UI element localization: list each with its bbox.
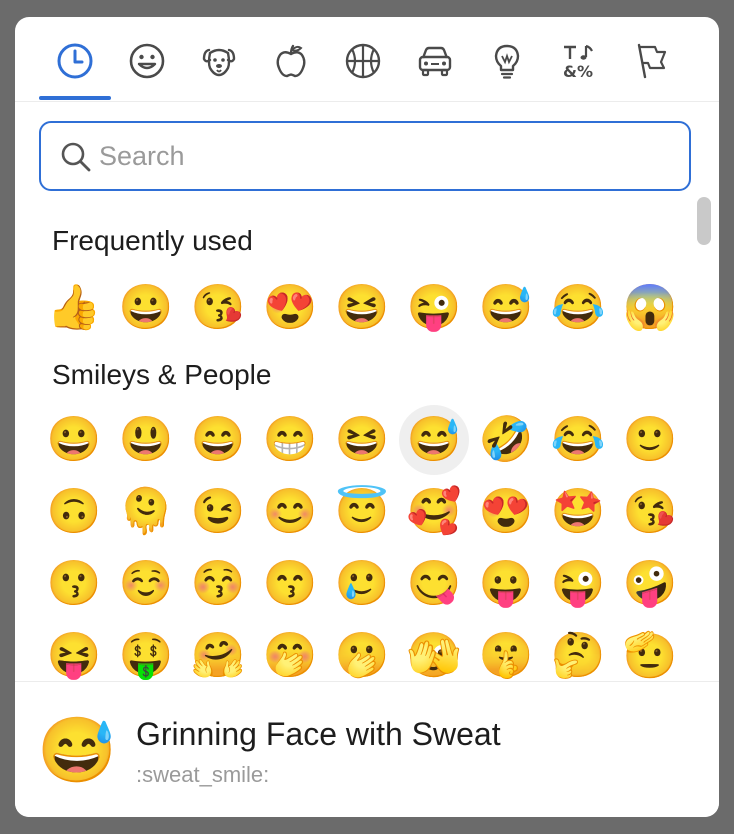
tab-travel[interactable] (413, 39, 457, 83)
emoji-cell[interactable]: 😄 (183, 405, 253, 475)
active-tab-indicator (39, 96, 111, 100)
preview-emoji-shortcode: :sweat_smile: (136, 762, 270, 787)
emoji-cell[interactable]: 😍 (471, 477, 541, 547)
emoji-cell[interactable]: 🤔 (543, 621, 613, 681)
emoji-cell[interactable]: 🤣 (471, 405, 541, 475)
section-title-frequently-used: Frequently used (52, 225, 253, 256)
emoji-cell[interactable]: 😂 (543, 405, 613, 475)
tab-symbols[interactable]: &% (557, 39, 601, 83)
dog-icon (202, 48, 236, 77)
tab-smileys[interactable] (125, 39, 169, 83)
emoji-cell[interactable]: 🙃 (39, 477, 109, 547)
emoji-cell[interactable]: 😃 (111, 405, 181, 475)
emoji-cell[interactable]: 😘 (615, 477, 685, 547)
emoji-cell[interactable]: 😇 (327, 477, 397, 547)
emoji-cell[interactable]: 😗 (39, 549, 109, 619)
scrollbar-thumb[interactable] (697, 197, 711, 245)
smiley-icon (129, 43, 165, 79)
emoji-cell[interactable]: 😱 (615, 273, 685, 343)
emoji-cell[interactable]: 😀 (111, 273, 181, 343)
emoji-cell[interactable]: 😆 (327, 405, 397, 475)
emoji-cell[interactable]: 😀 (39, 405, 109, 475)
emoji-cell[interactable]: 🤑 (111, 621, 181, 681)
smileys-row: 😗 ☺️ 😚 😙 🥲 😋 😛 😜 🤪 (39, 549, 679, 619)
svg-text:&%: &% (563, 62, 593, 81)
search-box (39, 121, 691, 191)
category-tab-bar: &% (15, 17, 719, 102)
emoji-preview-footer: 😅 Grinning Face with Sweat :sweat_smile: (15, 681, 719, 817)
search-input[interactable] (99, 135, 669, 177)
search-icon (61, 142, 91, 172)
emoji-cell[interactable]: 🥲 (327, 549, 397, 619)
emoji-cell[interactable]: 😆 (327, 273, 397, 343)
tab-recent[interactable] (53, 39, 97, 83)
emoji-cell[interactable]: 😍 (255, 273, 325, 343)
emoji-cell[interactable]: 😂 (543, 273, 613, 343)
emoji-cell[interactable]: 😊 (255, 477, 325, 547)
emoji-cell[interactable]: 🤫 (471, 621, 541, 681)
emoji-picker: &% Frequently used 👍 😀 😘 😍 😆 😜 😅 😂 😱 Smi… (15, 17, 719, 817)
emoji-cell[interactable]: 😘 (183, 273, 253, 343)
emoji-cell[interactable]: 🥰 (399, 477, 469, 547)
emoji-cell[interactable]: 😉 (183, 477, 253, 547)
tab-food[interactable] (269, 39, 313, 83)
emoji-cell[interactable]: 😜 (399, 273, 469, 343)
emoji-cell[interactable]: 🫢 (327, 621, 397, 681)
emoji-cell[interactable]: 😙 (255, 549, 325, 619)
smileys-row: 🙃 🫠 😉 😊 😇 🥰 😍 🤩 😘 (39, 477, 679, 547)
emoji-cell[interactable]: 🫡 (615, 621, 685, 681)
symbols-icon: &% (563, 44, 593, 81)
tab-animals[interactable] (197, 39, 241, 83)
flag-icon (637, 43, 667, 79)
emoji-cell[interactable]: 😜 (543, 549, 613, 619)
emoji-list[interactable]: Frequently used 👍 😀 😘 😍 😆 😜 😅 😂 😱 Smiley… (15, 205, 719, 681)
emoji-cell[interactable]: 😝 (39, 621, 109, 681)
emoji-cell[interactable]: 😋 (399, 549, 469, 619)
emoji-cell[interactable]: 🫣 (399, 621, 469, 681)
clock-icon (57, 43, 93, 79)
emoji-cell[interactable]: ☺️ (111, 549, 181, 619)
tab-objects[interactable] (485, 39, 529, 83)
section-title-smileys-people: Smileys & People (52, 359, 272, 390)
emoji-cell[interactable]: 🤩 (543, 477, 613, 547)
emoji-cell[interactable]: 🫠 (111, 477, 181, 547)
emoji-cell[interactable]: 😅 (471, 273, 541, 343)
scrollbar[interactable] (697, 197, 711, 681)
emoji-cell[interactable]: 🤪 (615, 549, 685, 619)
apple-icon (276, 44, 306, 78)
tab-activity[interactable] (341, 39, 385, 83)
preview-emoji: 😅 (37, 714, 117, 786)
emoji-cell[interactable]: 👍 (39, 273, 109, 343)
car-icon (418, 46, 452, 77)
emoji-cell[interactable]: 😚 (183, 549, 253, 619)
emoji-cell-selected[interactable]: 😅 (399, 405, 469, 475)
frequent-row: 👍 😀 😘 😍 😆 😜 😅 😂 😱 (39, 273, 679, 343)
smileys-row: 😀 😃 😄 😁 😆 😅 🤣 😂 🙂 (39, 405, 679, 475)
lightbulb-icon (494, 44, 520, 79)
emoji-cell[interactable]: 🙂 (615, 405, 685, 475)
emoji-cell[interactable]: 🤗 (183, 621, 253, 681)
smileys-row: 😝 🤑 🤗 🤭 🫢 🫣 🤫 🤔 🫡 (39, 621, 679, 681)
basketball-icon (345, 43, 381, 79)
emoji-cell[interactable]: 😁 (255, 405, 325, 475)
preview-emoji-name: Grinning Face with Sweat (136, 716, 501, 752)
tab-flags[interactable] (629, 39, 673, 83)
emoji-cell[interactable]: 🤭 (255, 621, 325, 681)
emoji-cell[interactable]: 😛 (471, 549, 541, 619)
